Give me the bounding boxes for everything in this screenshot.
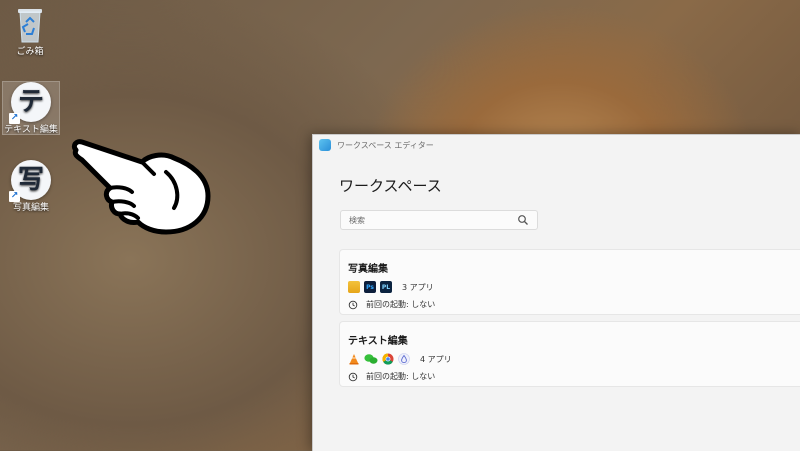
text-edit-app-icon: テ ↗ [9,82,51,124]
history-icon [348,372,358,381]
last-launch-row: 前回の起動: しない [348,371,800,382]
last-launch-row: 前回の起動: しない [348,299,800,310]
wechat-icon [364,354,378,364]
history-icon [348,300,358,309]
workspace-card-photo-edit[interactable]: 写真編集 Ps PL 3 アプリ 前回の起動: しない [339,249,800,315]
recycle-bin-icon [12,6,48,44]
desktop-icon-recycle-bin[interactable]: ごみ箱 [2,6,58,58]
shortcut-arrow-icon: ↗ [9,191,20,202]
vlc-icon [349,354,359,365]
chrome-icon [382,353,394,365]
workspace-editor-app-icon [319,139,331,151]
desktop-icon-photo-edit[interactable]: 写 ↗ 写真編集 [3,160,59,214]
desktop-icon-label: テキスト編集 [4,125,58,135]
shortcut-arrow-icon: ↗ [9,113,20,124]
title-bar[interactable]: ワークスペース エディター [313,135,800,155]
workspace-name: テキスト編集 [348,336,408,347]
workspace-card-text-edit[interactable]: テキスト編集 4 アプリ 前回の起動: しない [339,321,800,387]
workspace-editor-window: ワークスペース エディター ワークスペース 検索 写真編集 Ps PL 3 アプ… [312,134,800,451]
window-title: ワークスペース エディター [337,140,434,150]
workspace-app-list: Ps PL 3 アプリ [348,280,800,294]
search-icon [518,215,528,225]
last-launch-text: 前回の起動: しない [366,300,436,309]
workspace-name: 写真編集 [348,264,388,275]
search-placeholder: 検索 [349,215,365,225]
workspace-app-list: 4 アプリ [348,352,800,366]
folder-icon [348,281,360,293]
desktop-icon-text-edit[interactable]: テ ↗ テキスト編集 [2,81,60,135]
app-count: 3 アプリ [402,282,434,292]
desktop-icon-label: ごみ箱 [16,47,44,57]
app-count: 4 アプリ [420,354,452,364]
pointing-hand-icon [71,139,211,235]
droplet-icon [398,353,410,365]
pl-icon: PL [380,281,392,293]
page-title: ワークスペース [339,177,442,195]
photoshop-icon: Ps [364,281,376,293]
search-input[interactable]: 検索 [340,210,538,230]
photo-edit-app-icon: 写 ↗ [9,160,51,202]
last-launch-text: 前回の起動: しない [366,372,436,381]
desktop-icon-label: 写真編集 [12,203,49,213]
